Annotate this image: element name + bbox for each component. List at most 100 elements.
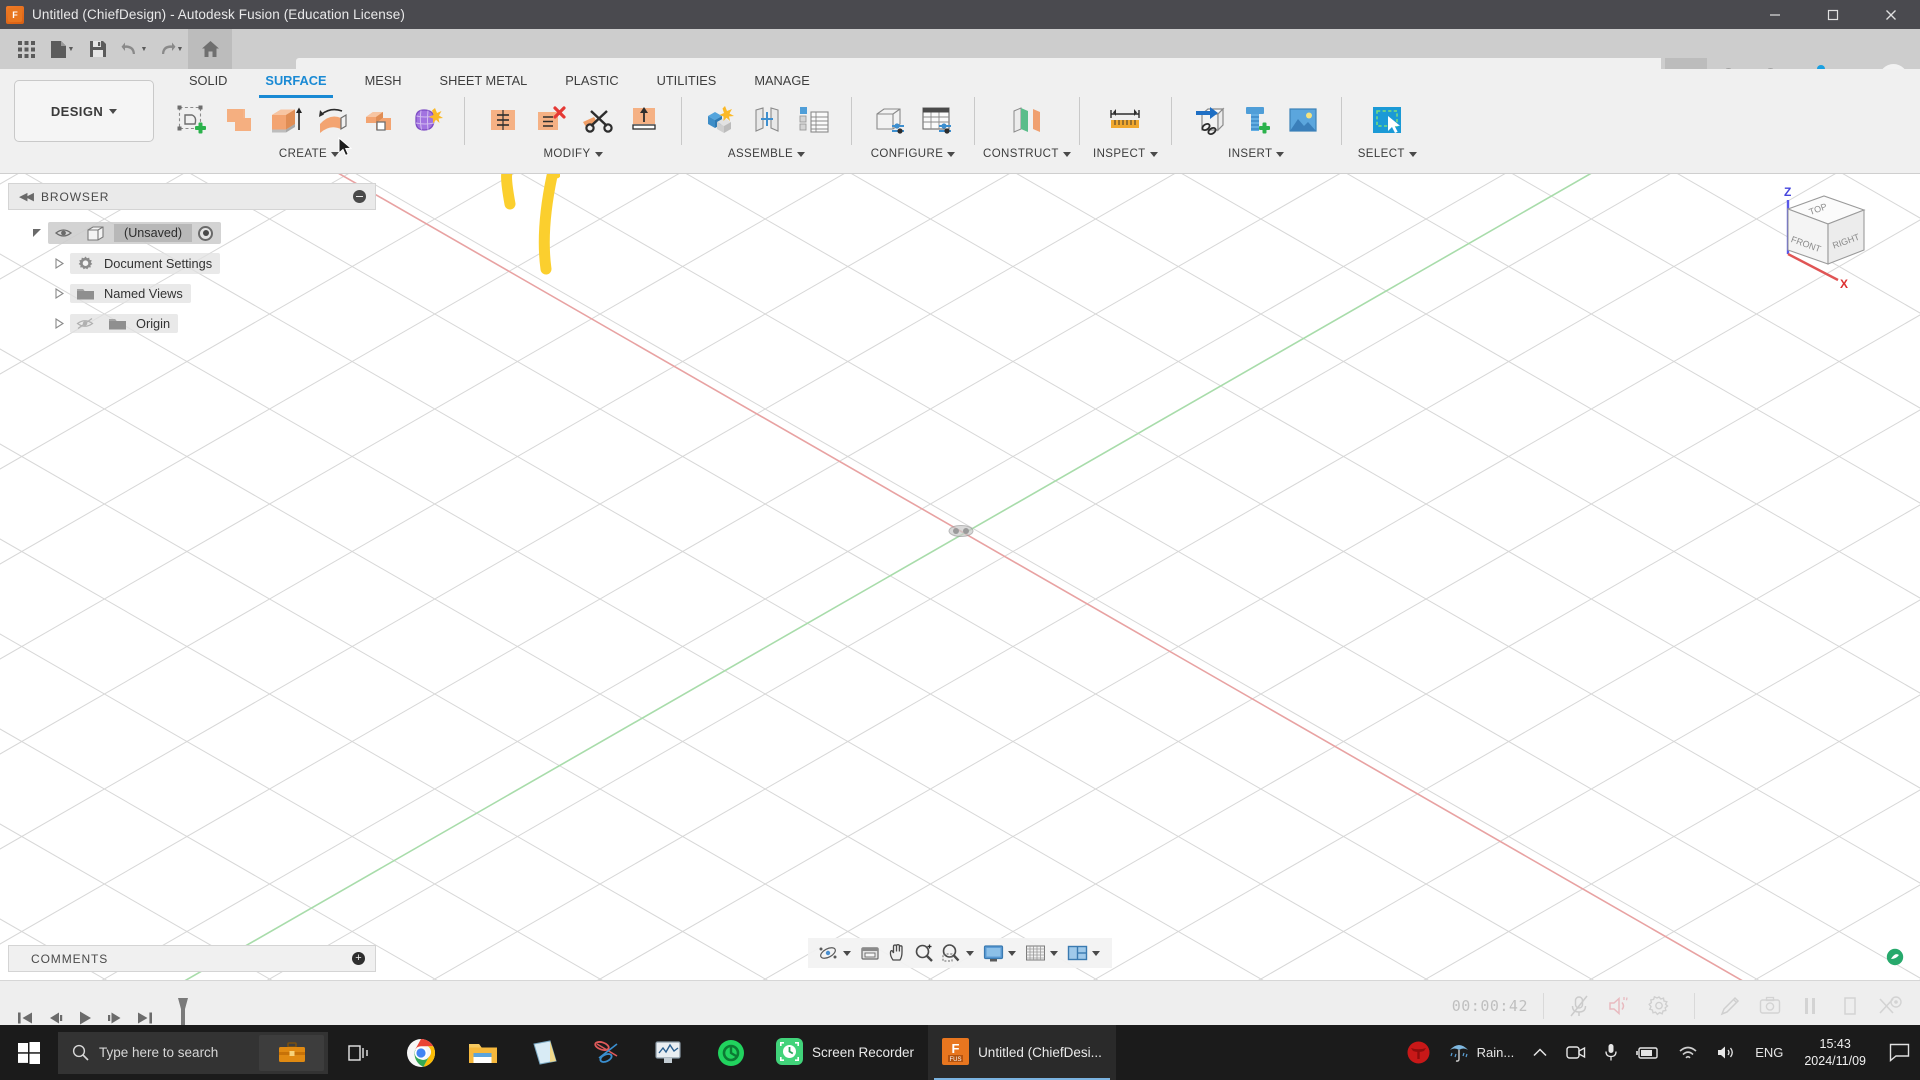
tab-sheet-metal[interactable]: SHEET METAL <box>421 69 547 95</box>
chevron-down-icon[interactable] <box>1008 950 1016 956</box>
patch-button[interactable] <box>215 96 262 144</box>
visibility-eye-icon[interactable] <box>50 227 76 239</box>
visibility-eye-off-icon[interactable] <box>72 317 98 330</box>
tree-item-named-views[interactable]: Named Views <box>8 278 376 308</box>
zoom-button[interactable] <box>911 940 937 966</box>
panel-title-modify[interactable]: MODIFY <box>543 148 603 160</box>
chevron-down-icon[interactable] <box>1050 950 1058 956</box>
taskbar-app-fusion[interactable]: F FUS Untitled (ChiefDesi... <box>928 1025 1116 1080</box>
file-explorer-button[interactable] <box>452 1025 514 1080</box>
tree-item-document-settings[interactable]: Document Settings <box>8 248 376 278</box>
trim-button[interactable] <box>573 96 620 144</box>
activate-component-radio[interactable] <box>198 225 214 241</box>
insert-mcmaster-carr-button[interactable] <box>1233 96 1280 144</box>
spotify-button[interactable] <box>700 1025 762 1080</box>
chrome-button[interactable] <box>390 1025 452 1080</box>
app-grid-button[interactable] <box>8 32 44 66</box>
panel-title-configure[interactable]: CONFIGURE <box>871 148 956 160</box>
panel-title-insert[interactable]: INSERT <box>1228 148 1285 160</box>
joint-button[interactable] <box>743 96 790 144</box>
measure-button[interactable] <box>1102 96 1149 144</box>
panel-title-inspect[interactable]: INSPECT <box>1093 148 1158 160</box>
select-button[interactable] <box>1364 96 1411 144</box>
speaker-button[interactable] <box>1599 986 1639 1026</box>
workspace-switcher[interactable]: DESIGN <box>14 80 154 142</box>
pause-button[interactable] <box>1790 986 1830 1026</box>
rainmeter-item[interactable]: Rain... <box>1439 1039 1524 1066</box>
expand-toggle[interactable] <box>48 317 70 329</box>
viewports-button[interactable] <box>1064 940 1090 966</box>
canvas-button[interactable] <box>1280 96 1327 144</box>
plus-circle-icon[interactable]: + <box>352 952 365 965</box>
extrude-button[interactable] <box>262 96 309 144</box>
offset-plane-button[interactable] <box>1003 96 1050 144</box>
show-hidden-icons-button[interactable] <box>1523 1047 1557 1059</box>
comments-panel[interactable]: COMMENTS + <box>8 945 376 972</box>
redo-button[interactable]: ▼ <box>152 32 188 66</box>
browser-header[interactable]: ◀◀ BROWSER <box>8 183 376 210</box>
language-indicator[interactable]: ENG <box>1746 1045 1792 1060</box>
zoom-window-button[interactable] <box>938 940 964 966</box>
action-center-button[interactable] <box>1878 1025 1920 1080</box>
home-button[interactable] <box>188 29 232 69</box>
recorder-settings-button[interactable] <box>1639 986 1679 1026</box>
panel-title-assemble[interactable]: ASSEMBLE <box>728 148 806 160</box>
camera-tray-icon[interactable] <box>1557 1044 1595 1061</box>
collapse-left-icon[interactable]: ◀◀ <box>19 190 34 203</box>
revolve-button[interactable] <box>309 96 356 144</box>
view-cube[interactable]: Z X TOP FRONT RIGHT <box>1772 182 1892 292</box>
expand-toggle[interactable] <box>48 257 70 269</box>
configuration-table-button[interactable] <box>913 96 960 144</box>
stop-button[interactable] <box>1830 986 1870 1026</box>
battery-icon[interactable] <box>1627 1046 1669 1060</box>
tab-surface[interactable]: SURFACE <box>246 69 345 98</box>
start-button[interactable] <box>0 1025 58 1080</box>
insert-derive-button[interactable] <box>1186 96 1233 144</box>
tree-item-unsaved[interactable]: (Unsaved) <box>8 218 376 248</box>
pan-button[interactable] <box>884 940 910 966</box>
sticky-notes-button[interactable] <box>514 1025 576 1080</box>
taskbar-app-screen-recorder[interactable]: Screen Recorder <box>762 1025 928 1080</box>
new-component-button[interactable] <box>696 96 743 144</box>
tab-utilities[interactable]: UTILITIES <box>638 69 736 95</box>
microphone-tray-icon[interactable] <box>1595 1043 1627 1062</box>
microphone-muted-button[interactable] <box>1559 986 1599 1026</box>
tab-plastic[interactable]: PLASTIC <box>546 69 637 95</box>
chevron-down-icon[interactable] <box>1092 950 1100 956</box>
orbit-button[interactable] <box>815 940 841 966</box>
task-view-button[interactable] <box>328 1025 390 1080</box>
look-at-button[interactable] <box>857 940 883 966</box>
expand-toggle[interactable] <box>26 228 48 239</box>
offset-button[interactable] <box>356 96 403 144</box>
tab-manage[interactable]: MANAGE <box>735 69 828 95</box>
draw-button[interactable] <box>1710 986 1750 1026</box>
tab-solid[interactable]: SOLID <box>170 69 246 95</box>
minimize-button[interactable] <box>1746 0 1804 29</box>
chevron-down-icon[interactable] <box>966 950 974 956</box>
create-form-button[interactable] <box>403 96 450 144</box>
tab-mesh[interactable]: MESH <box>346 69 421 95</box>
search-input[interactable]: Type here to search <box>58 1031 328 1074</box>
display-settings-button[interactable] <box>980 940 1006 966</box>
clock[interactable]: 15:43 2024/11/09 <box>1792 1036 1878 1070</box>
fusion-status-icon[interactable] <box>1886 948 1904 966</box>
chevron-down-icon[interactable]: ▼ <box>141 46 148 53</box>
grid-and-snaps-button[interactable] <box>1022 940 1048 966</box>
viewport-canvas[interactable]: ◀◀ BROWSER (Unsaved) Document Settings N… <box>0 174 1920 980</box>
panel-title-construct[interactable]: CONSTRUCT <box>983 148 1071 160</box>
expand-toggle[interactable] <box>48 287 70 299</box>
panel-title-select[interactable]: SELECT <box>1358 148 1417 160</box>
unstitch-button[interactable] <box>526 96 573 144</box>
snipping-tool-button[interactable] <box>576 1025 638 1080</box>
minus-circle-icon[interactable] <box>353 190 366 203</box>
close-button[interactable] <box>1862 0 1920 29</box>
briefcase-icon[interactable] <box>259 1034 324 1071</box>
chevron-down-icon[interactable]: ▼ <box>177 46 184 53</box>
configure-design-button[interactable] <box>866 96 913 144</box>
volume-icon[interactable] <box>1707 1044 1746 1061</box>
bill-of-materials-button[interactable] <box>790 96 837 144</box>
system-monitor-button[interactable] <box>638 1025 700 1080</box>
stitch-button[interactable] <box>479 96 526 144</box>
save-button[interactable] <box>80 32 116 66</box>
chevron-down-icon[interactable] <box>843 950 851 956</box>
